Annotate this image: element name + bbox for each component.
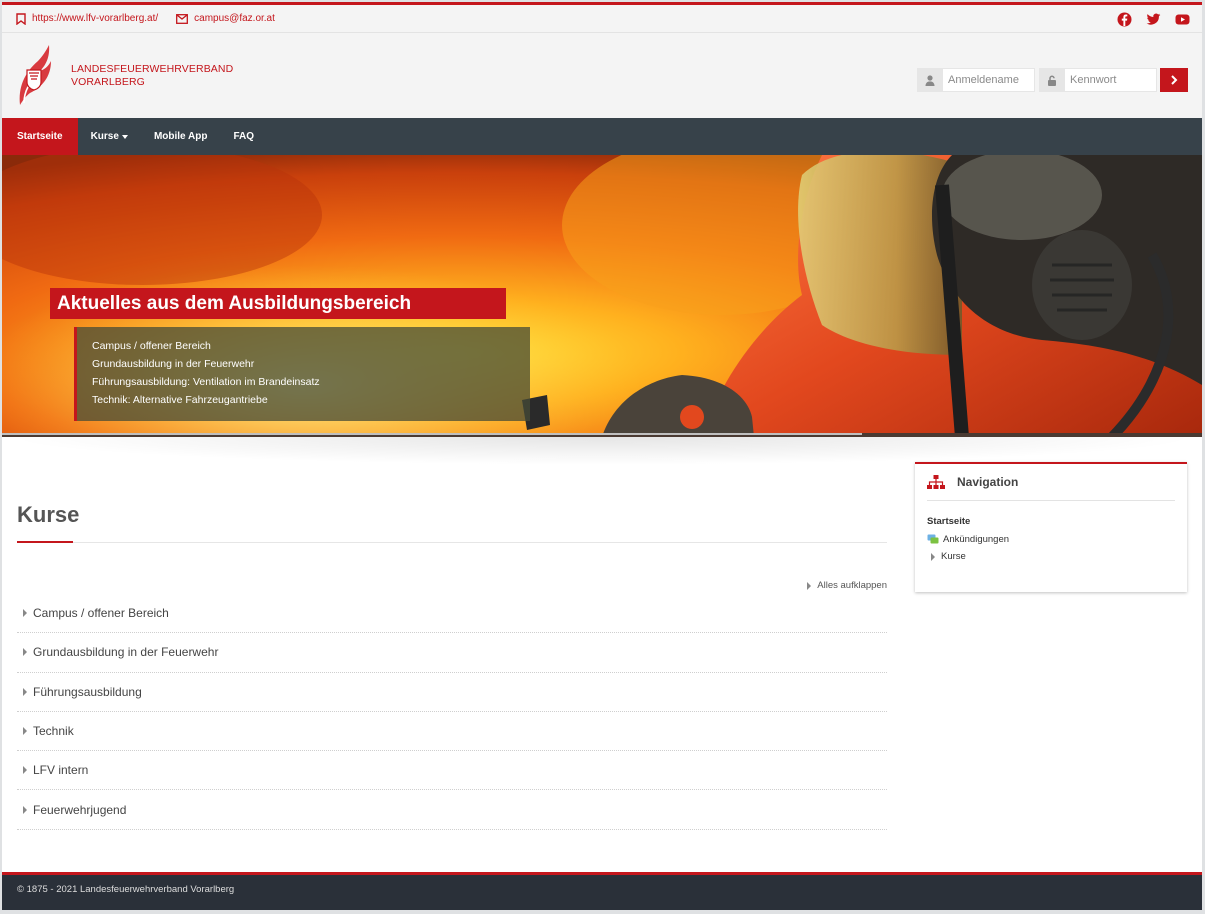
slider-progress-fill: [2, 433, 862, 435]
website-link-text: https://www.lfv-vorarlberg.at/: [32, 13, 159, 24]
caret-right-icon: [23, 727, 27, 736]
expand-all-link[interactable]: Alles aufklappen: [807, 580, 887, 591]
hero-news-item[interactable]: Führungsausbildung: Ventilation im Brand…: [92, 373, 530, 391]
nav-item-mobile-app[interactable]: Mobile App: [141, 118, 221, 155]
navigation-block-header: Navigation: [927, 464, 1175, 501]
title-divider: [17, 541, 887, 543]
hero-news-item[interactable]: Grundausbildung in der Feuerwehr: [92, 355, 530, 373]
category-item[interactable]: LFV intern: [17, 751, 887, 791]
category-item[interactable]: Führungsausbildung: [17, 673, 887, 712]
category-label: Führungsausbildung: [33, 684, 142, 699]
hero-news-list: Campus / offener Bereich Grundausbildung…: [74, 327, 530, 421]
sitemap-icon: [927, 474, 945, 489]
caret-down-icon: [121, 134, 128, 139]
website-link[interactable]: https://www.lfv-vorarlberg.at/: [16, 12, 159, 25]
nav-item-label: Kurse: [90, 131, 119, 142]
hero-shadow: [2, 437, 1202, 465]
site-footer: © 1875 - 2021 Landesfeuerwehrverband Vor…: [2, 872, 1202, 910]
nav-tree-announcements[interactable]: Ankündigungen: [927, 531, 1175, 549]
site-header: LANDESFEUERWEHRVERBAND VORARLBERG: [2, 33, 1202, 118]
main-navbar: Startseite Kurse Mobile App FAQ: [2, 118, 1202, 155]
caret-right-icon: [23, 609, 27, 618]
hero-news-item[interactable]: Technik: Alternative Fahrzeugantriebe: [92, 391, 530, 409]
bookmark-icon: [16, 12, 26, 25]
chevron-right-icon: [1171, 75, 1178, 85]
brand-name[interactable]: LANDESFEUERWEHRVERBAND VORARLBERG: [71, 63, 233, 89]
nav-tree-courses[interactable]: Kurse: [927, 548, 1175, 566]
forum-icon: [927, 534, 939, 544]
nav-item-kurse[interactable]: Kurse: [78, 118, 141, 155]
main-content: Kurse Alles aufklappen Campus / offener …: [17, 502, 887, 830]
twitter-icon[interactable]: [1146, 12, 1161, 27]
email-link[interactable]: campus@faz.or.at: [176, 13, 275, 24]
top-bar: https://www.lfv-vorarlberg.at/ campus@fa…: [2, 5, 1202, 33]
unlock-icon: [1039, 68, 1064, 92]
caret-right-icon: [23, 805, 27, 814]
brand-line2: VORARLBERG: [71, 76, 145, 88]
caret-right-icon: [23, 648, 27, 657]
expand-all-label: Alles aufklappen: [817, 580, 887, 591]
category-item[interactable]: Technik: [17, 712, 887, 752]
nav-tree-home[interactable]: Startseite: [927, 513, 1175, 531]
user-icon: [917, 68, 942, 92]
category-item[interactable]: Feuerwehrjugend: [17, 790, 887, 830]
login-form: [917, 68, 1188, 92]
page: https://www.lfv-vorarlberg.at/ campus@fa…: [2, 2, 1202, 910]
navigation-block-title: Navigation: [957, 475, 1019, 489]
email-link-text: campus@faz.or.at: [194, 13, 275, 24]
hero-title: Aktuelles aus dem Ausbildungsbereich: [50, 288, 506, 319]
category-item[interactable]: Campus / offener Bereich: [17, 594, 887, 634]
hero-news-item[interactable]: Campus / offener Bereich: [92, 337, 530, 355]
category-label: Grundausbildung in der Feuerwehr: [33, 645, 219, 660]
category-item[interactable]: Grundausbildung in der Feuerwehr: [17, 633, 887, 673]
caret-right-icon: [23, 766, 27, 775]
social-links: [1117, 12, 1190, 27]
caret-right-icon: [931, 552, 935, 561]
category-label: Technik: [33, 724, 74, 739]
title-accent: [17, 541, 73, 543]
login-submit-button[interactable]: [1160, 68, 1188, 92]
hero-banner: Aktuelles aus dem Ausbildungsbereich Cam…: [2, 155, 1202, 437]
nav-item-faq[interactable]: FAQ: [220, 118, 267, 155]
navigation-tree: Startseite Ankündigungen Kurse: [927, 501, 1175, 566]
nav-tree-label: Ankündigungen: [943, 533, 1010, 545]
copyright-text: © 1875 - 2021 Landesfeuerwehrverband Vor…: [17, 884, 235, 895]
nav-item-label: FAQ: [233, 131, 255, 142]
password-input[interactable]: [1064, 68, 1157, 92]
nav-item-label: Startseite: [17, 131, 63, 142]
navigation-block: Navigation Startseite Ankündigungen Kurs…: [915, 462, 1187, 592]
caret-right-icon: [807, 581, 812, 590]
username-input[interactable]: [942, 68, 1035, 92]
course-category-list: Campus / offener Bereich Grundausbildung…: [17, 594, 887, 830]
facebook-icon[interactable]: [1117, 12, 1132, 27]
lfv-logo[interactable]: [16, 43, 52, 109]
category-label: Campus / offener Bereich: [33, 606, 169, 621]
nav-item-label: Mobile App: [153, 131, 208, 142]
page-title: Kurse: [17, 502, 80, 527]
youtube-icon[interactable]: [1175, 12, 1190, 27]
category-label: LFV intern: [33, 763, 89, 778]
category-label: Feuerwehrjugend: [33, 802, 127, 817]
caret-right-icon: [23, 687, 27, 696]
brand-line1: LANDESFEUERWEHRVERBAND: [71, 63, 234, 75]
nav-item-startseite[interactable]: Startseite: [2, 118, 78, 155]
envelope-icon: [176, 13, 189, 24]
nav-tree-label: Kurse: [941, 551, 966, 562]
slider-progress-bar: [2, 433, 1202, 437]
